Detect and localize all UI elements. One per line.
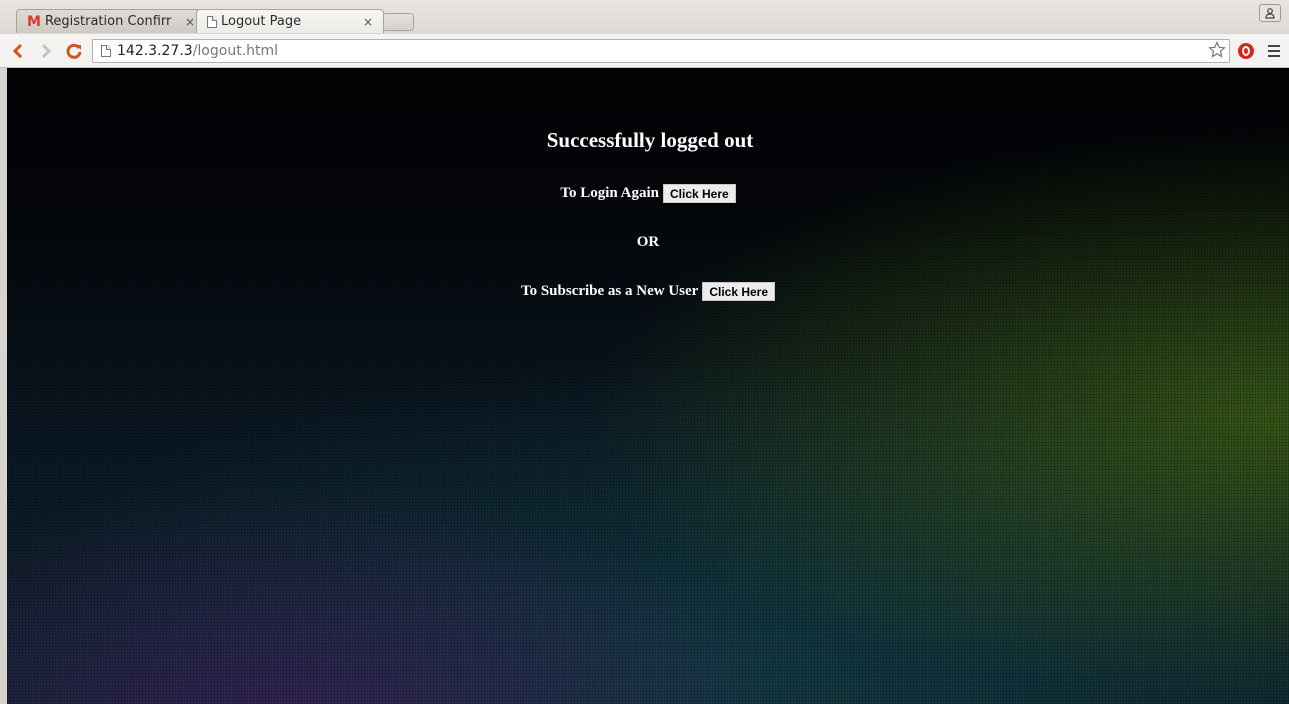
page-title: Successfully logged out	[546, 128, 754, 152]
opera-extension-icon[interactable]	[1238, 43, 1254, 59]
url-path: /logout.html	[192, 43, 279, 59]
reload-icon[interactable]	[64, 41, 84, 61]
login-again-label: To Login Again	[560, 185, 659, 201]
bookmark-star-icon[interactable]	[1208, 41, 1226, 64]
page-viewport: Successfully logged out To Login Again C…	[7, 68, 1289, 704]
browser-window: M Registration Confirr × Logout Page × 1…	[0, 0, 1289, 704]
menu-icon[interactable]	[1268, 45, 1280, 60]
forward-arrow-icon[interactable]	[36, 41, 56, 61]
subscribe-click-here-button[interactable]: Click Here	[702, 282, 776, 301]
page-icon	[101, 45, 111, 57]
tab-logout-page[interactable]: Logout Page ×	[196, 9, 384, 33]
new-tab-button[interactable]	[382, 13, 414, 31]
tab-strip: M Registration Confirr × Logout Page ×	[0, 0, 1289, 34]
login-again-row: To Login Again Click Here	[7, 184, 1289, 203]
back-arrow-icon[interactable]	[8, 41, 28, 61]
close-icon[interactable]: ×	[183, 15, 197, 29]
person-icon[interactable]	[1259, 4, 1281, 22]
address-bar[interactable]: 142.3.27.3/logout.html	[92, 39, 1230, 63]
url-host: 142.3.27.3	[117, 43, 193, 59]
tab-title: Logout Page	[221, 14, 302, 29]
close-icon[interactable]: ×	[361, 15, 375, 29]
gmail-icon: M	[27, 13, 41, 30]
tab-title: Registration Confirr	[44, 14, 172, 29]
login-click-here-button[interactable]: Click Here	[662, 184, 736, 203]
logout-content: Successfully logged out To Login Again C…	[7, 68, 1289, 301]
page-icon	[207, 15, 217, 28]
or-separator: OR	[636, 234, 660, 250]
toolbar: 142.3.27.3/logout.html	[0, 34, 1289, 68]
tab-registration-confirmation[interactable]: M Registration Confirr ×	[16, 9, 206, 33]
subscribe-row: To Subscribe as a New User Click Here	[7, 282, 1289, 301]
subscribe-label: To Subscribe as a New User	[520, 283, 699, 299]
